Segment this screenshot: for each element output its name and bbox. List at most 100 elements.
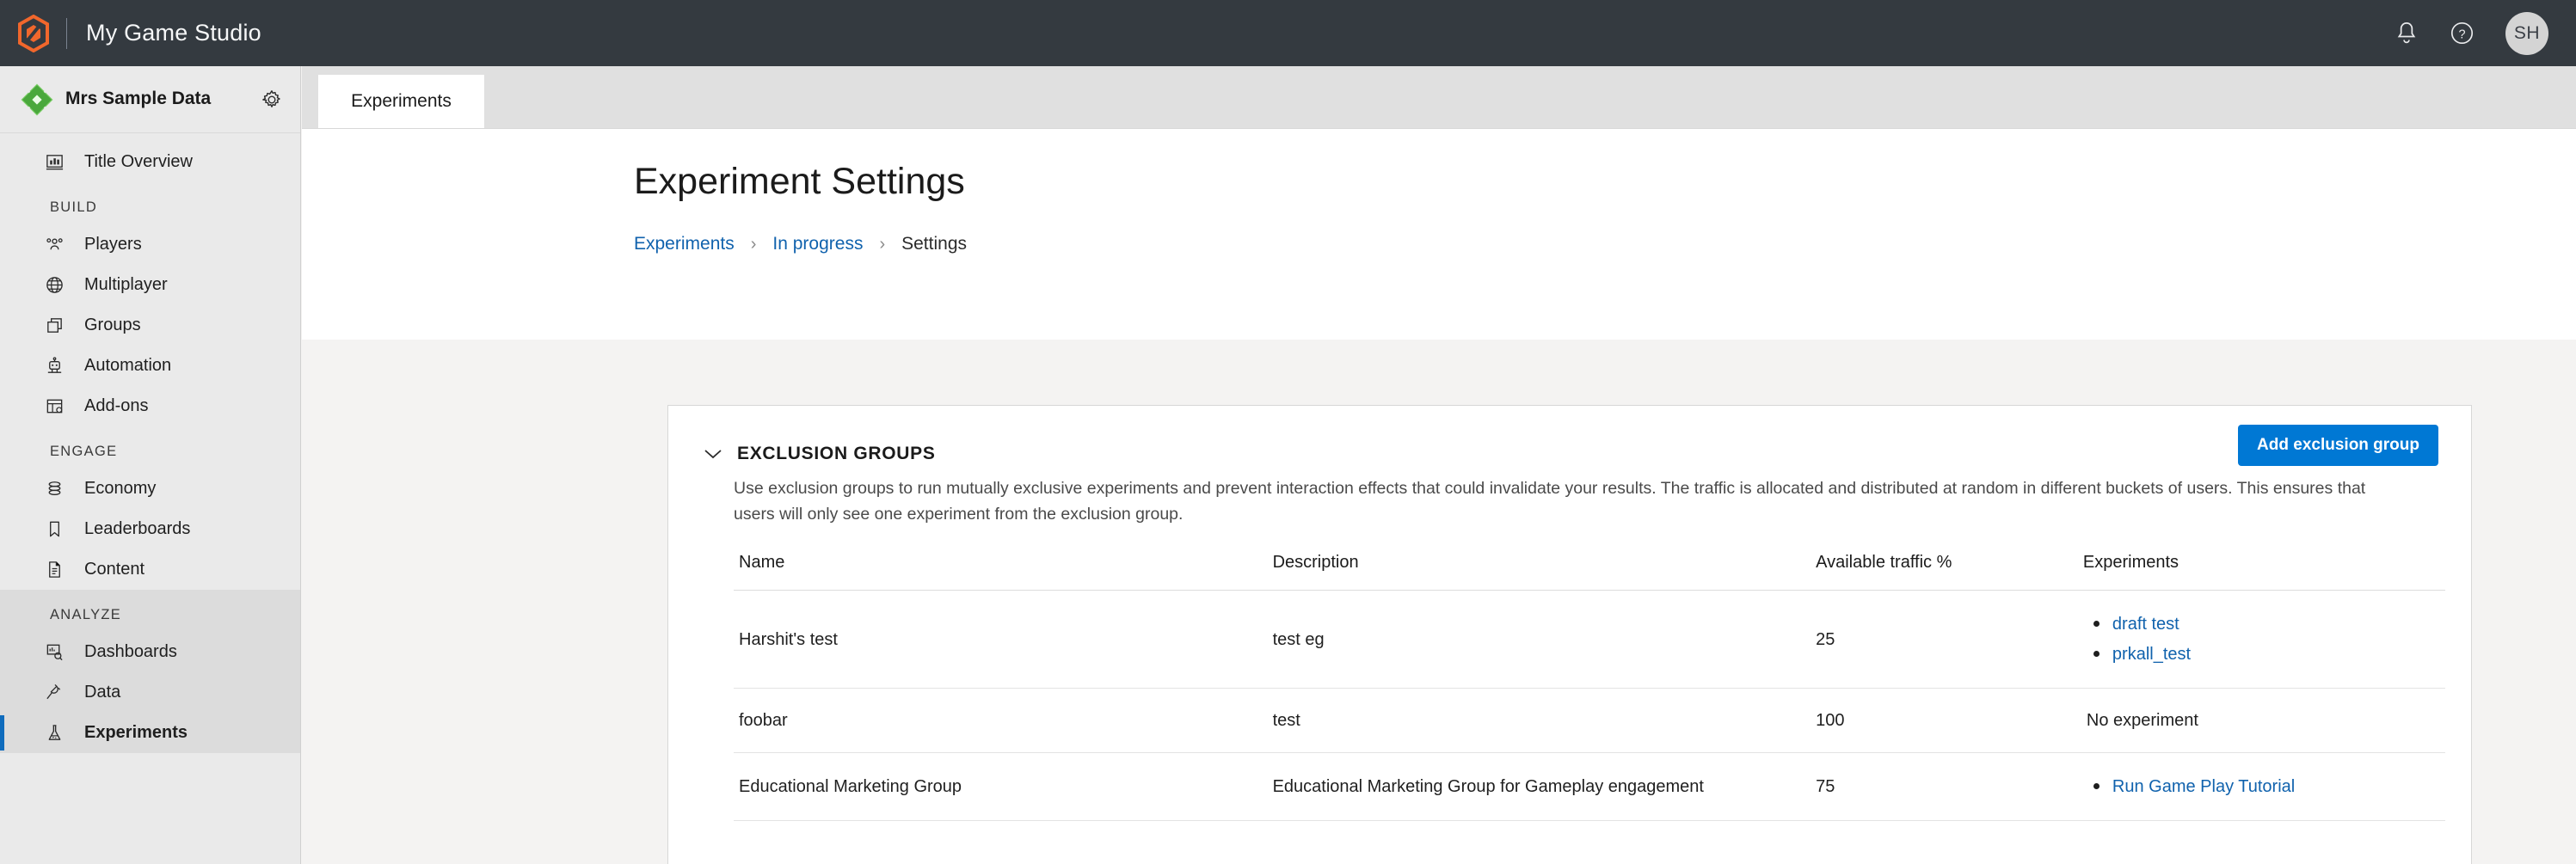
sidebar-section-label: ENGAGE	[50, 444, 118, 459]
sidebar-section-analyze: ANALYZE Dashboards Data Experiments	[0, 590, 300, 753]
table-row: foobar test 100 No experiment	[734, 688, 2445, 754]
sidebar-item-title-overview[interactable]: Title Overview	[0, 142, 300, 182]
column-header-experiments: Experiments	[2082, 546, 2445, 591]
breadcrumb-item-experiments[interactable]: Experiments	[634, 234, 735, 254]
help-circle-icon: ?	[2450, 21, 2474, 45]
cell-description: test eg	[1272, 590, 1817, 689]
sidebar-item-label: Multiplayer	[84, 275, 168, 294]
sidebar-item-label: Add-ons	[84, 396, 149, 415]
product-logo[interactable]	[0, 0, 66, 66]
card-description: Use exclusion groups to run mutually exc…	[734, 479, 2366, 524]
experiment-list: Run Game Play Tutorial	[2083, 772, 2445, 801]
sidebar-item-label: Experiments	[84, 723, 188, 742]
chevron-down-icon[interactable]	[701, 442, 725, 466]
table-header-row: Name Description Available traffic % Exp…	[734, 546, 2445, 591]
sidebar-item-content[interactable]: Content	[0, 549, 300, 590]
sidebar-item-label: Content	[84, 560, 145, 579]
cell-experiments: Run Game Play Tutorial	[2082, 752, 2445, 822]
column-header-name: Name	[734, 546, 1273, 591]
cell-description: Educational Marketing Group for Gameplay…	[1272, 752, 1817, 822]
chevron-right-icon: ›	[750, 234, 757, 254]
user-avatar[interactable]: SH	[2505, 11, 2548, 55]
flask-icon	[45, 723, 74, 743]
studio-name: Mrs Sample Data	[65, 89, 212, 109]
top-bar-actions: ? SH	[2395, 11, 2576, 55]
exclusion-groups-card: EXCLUSION GROUPS Add exclusion group Use…	[667, 405, 2472, 864]
list-item: draft test	[2087, 610, 2445, 639]
gear-icon[interactable]	[257, 89, 286, 110]
cell-experiments: No experiment	[2082, 688, 2445, 754]
cell-experiments: draft test prkall_test	[2082, 590, 2445, 689]
list-item: Run Game Play Tutorial	[2087, 772, 2445, 801]
addons-icon	[45, 396, 74, 416]
hexagon-logo-icon	[17, 14, 49, 52]
people-icon	[45, 235, 74, 254]
sidebar-section-label: ANALYZE	[50, 607, 122, 622]
sidebar-item-dashboards[interactable]: Dashboards	[0, 632, 300, 672]
cell-name: Harshit's test	[734, 590, 1273, 689]
coins-icon	[45, 479, 74, 499]
sidebar-item-groups[interactable]: Groups	[0, 305, 300, 346]
bar-chart-icon	[45, 152, 74, 172]
sidebar-item-data[interactable]: Data	[0, 672, 300, 713]
card-header: EXCLUSION GROUPS Add exclusion group	[701, 406, 2438, 475]
exclusion-groups-table: Name Description Available traffic % Exp…	[734, 546, 2445, 822]
sidebar-item-leaderboards[interactable]: Leaderboards	[0, 509, 300, 549]
tab-bar: Experiments	[302, 66, 2576, 129]
sidebar-section-build: BUILD Players Multiplayer Groups Automat…	[0, 182, 300, 426]
page-content: Experiment Settings Experiments › In pro…	[302, 129, 2576, 864]
plug-icon	[45, 683, 74, 702]
cell-traffic: 75	[1816, 752, 2083, 822]
breadcrumb-item-in-progress[interactable]: In progress	[772, 234, 863, 254]
sidebar-item-label: Automation	[84, 356, 172, 375]
list-item: prkall_test	[2087, 640, 2445, 669]
breadcrumb: Experiments › In progress › Settings	[634, 234, 967, 254]
sidebar-item-label: Players	[84, 235, 142, 254]
column-header-description: Description	[1272, 546, 1817, 591]
sidebar-item-label: Data	[84, 683, 121, 702]
sidebar-item-label: Leaderboards	[84, 519, 191, 538]
column-header-traffic: Available traffic %	[1816, 546, 2083, 591]
experiment-link[interactable]: draft test	[2112, 615, 2179, 634]
experiment-link[interactable]: prkall_test	[2112, 645, 2191, 664]
studio-header[interactable]: Mrs Sample Data	[0, 66, 300, 133]
sidebar-section-engage: ENGAGE Economy Leaderboards Content	[0, 426, 300, 590]
help-button[interactable]: ?	[2450, 21, 2475, 46]
sidebar-item-add-ons[interactable]: Add-ons	[0, 386, 300, 426]
sidebar-item-multiplayer[interactable]: Multiplayer	[0, 265, 300, 305]
sidebar-item-experiments[interactable]: Experiments	[0, 713, 300, 753]
no-experiment-label: No experiment	[2086, 711, 2198, 731]
robot-icon	[45, 356, 74, 376]
sidebar-section-label: BUILD	[50, 199, 98, 215]
svg-text:?: ?	[2458, 28, 2465, 42]
cell-name: foobar	[734, 688, 1273, 754]
bell-icon	[2397, 21, 2416, 43]
page-body: EXCLUSION GROUPS Add exclusion group Use…	[302, 340, 2576, 864]
sidebar-item-label: Groups	[84, 316, 141, 334]
table-row: Harshit's test test eg 25 draft test prk…	[734, 590, 2445, 689]
diamond-icon	[19, 83, 55, 117]
cell-description: test	[1272, 688, 1817, 754]
page-title: Experiment Settings	[634, 161, 965, 202]
breadcrumb-item-settings: Settings	[901, 234, 968, 254]
sidebar-item-players[interactable]: Players	[0, 224, 300, 265]
sidebar-item-automation[interactable]: Automation	[0, 346, 300, 386]
dashboard-search-icon	[45, 642, 74, 662]
experiment-link[interactable]: Run Game Play Tutorial	[2112, 777, 2295, 796]
copy-icon	[45, 316, 74, 335]
sidebar-item-label: Economy	[84, 479, 157, 498]
bookmark-icon	[45, 519, 74, 539]
sidebar: Mrs Sample Data Title Overview BUILD Pla…	[0, 66, 301, 864]
experiment-list: draft test prkall_test	[2083, 610, 2445, 669]
tab-experiments[interactable]: Experiments	[318, 75, 484, 128]
notifications-button[interactable]	[2395, 21, 2419, 46]
sidebar-item-economy[interactable]: Economy	[0, 469, 300, 509]
top-bar: My Game Studio ? SH	[0, 0, 2576, 66]
app-title: My Game Studio	[86, 20, 261, 46]
add-exclusion-group-button[interactable]: Add exclusion group	[2238, 425, 2438, 466]
table-row: Educational Marketing Group Educational …	[734, 752, 2445, 822]
cell-traffic: 25	[1816, 590, 2083, 689]
sidebar-item-label: Title Overview	[84, 152, 193, 171]
chevron-right-icon: ›	[879, 234, 886, 254]
